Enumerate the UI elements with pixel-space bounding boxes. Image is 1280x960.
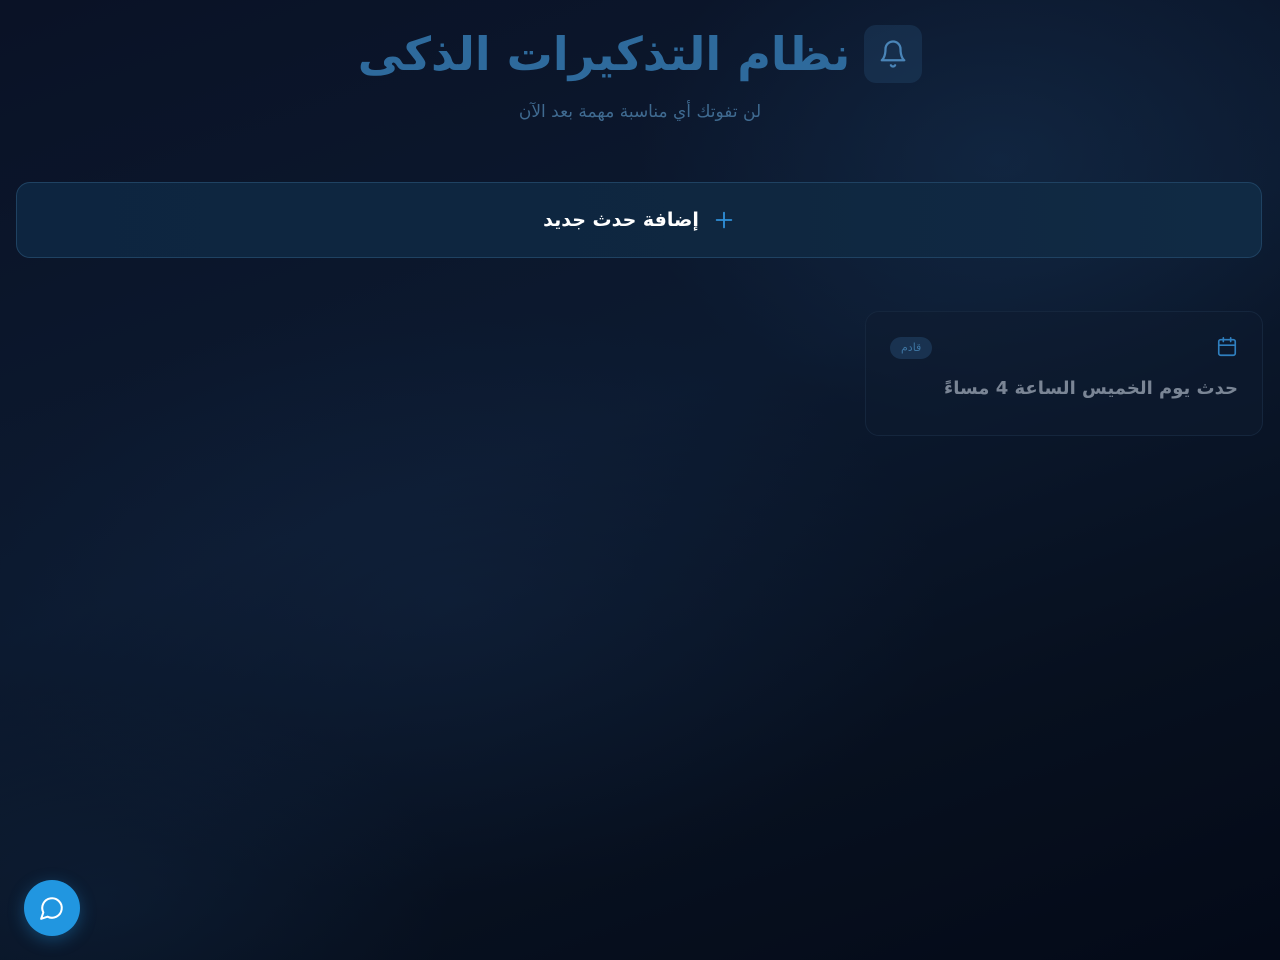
- status-badge: قادم: [890, 337, 933, 359]
- chat-bubble-icon: [39, 895, 65, 921]
- bell-icon-container: [864, 25, 923, 83]
- calendar-icon: [1216, 336, 1238, 358]
- chat-button[interactable]: [24, 880, 80, 936]
- event-card[interactable]: قادم حدث يوم الخميس الساعة 4 مساءً: [865, 311, 1263, 436]
- plus-icon: [713, 209, 735, 231]
- bell-icon: [878, 39, 908, 69]
- title-row: نظام التذكيرات الذكى: [0, 24, 1280, 84]
- page-title: نظام التذكيرات الذكى: [357, 27, 851, 81]
- add-event-button[interactable]: إضافة حدث جديد: [16, 182, 1262, 258]
- app-header: نظام التذكيرات الذكى لن تفوتك أي مناسبة …: [0, 24, 1280, 134]
- page-subtitle: لن تفوتك أي مناسبة مهمة بعد الآن: [518, 102, 762, 122]
- event-title: حدث يوم الخميس الساعة 4 مساءً: [944, 378, 1238, 399]
- add-event-label: إضافة حدث جديد: [543, 209, 699, 231]
